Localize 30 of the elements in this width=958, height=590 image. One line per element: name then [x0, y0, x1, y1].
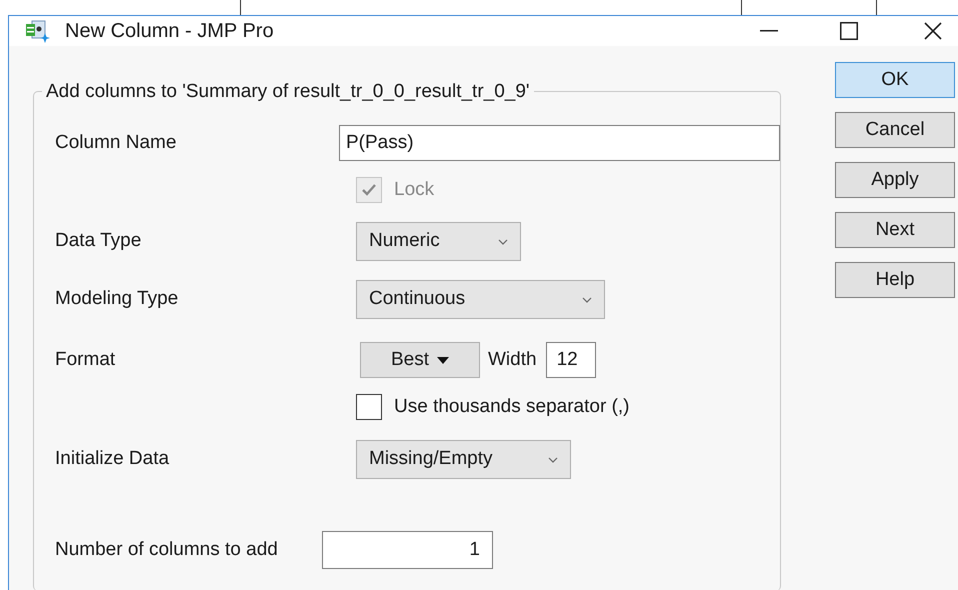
text-field[interactable]: P(Pass)	[339, 125, 780, 161]
caret-icon	[437, 356, 450, 364]
dropdown[interactable]: Missing/Empty	[356, 440, 571, 479]
width-label: Width	[488, 348, 537, 372]
chevron-icon	[582, 296, 592, 302]
number-field[interactable]: 1	[322, 531, 493, 569]
dialog-button[interactable]: Apply	[835, 162, 955, 198]
dialog-button[interactable]: Cancel	[835, 112, 955, 148]
dialog-button[interactable]: Next	[835, 212, 955, 248]
maximize-icon[interactable]	[840, 22, 858, 40]
format-button[interactable]: Best	[360, 342, 480, 378]
field-label: Format	[55, 348, 116, 372]
dropdown[interactable]: Continuous	[356, 280, 605, 319]
field-label: Number of columns to add	[55, 538, 279, 562]
checkbox-label[interactable]: Use thousands separator (,)	[394, 392, 630, 422]
app-icon	[25, 19, 51, 43]
window-title: New Column - JMP Pro	[65, 19, 274, 44]
dropdown[interactable]: Numeric	[356, 222, 521, 261]
chevron-icon	[548, 456, 558, 462]
field-label: Initialize Data	[55, 447, 170, 472]
chevron-icon	[498, 238, 508, 244]
checkbox[interactable]	[356, 394, 382, 420]
field-label: Data Type	[55, 229, 142, 254]
field-label: Modeling Type	[55, 287, 180, 312]
close-icon[interactable]	[924, 22, 942, 40]
dialog-button[interactable]: Help	[835, 262, 955, 298]
width-field[interactable]: 12	[546, 342, 596, 378]
dialog-button[interactable]: OK	[835, 62, 955, 98]
minimize-icon[interactable]	[760, 30, 778, 32]
check-icon	[361, 183, 377, 197]
